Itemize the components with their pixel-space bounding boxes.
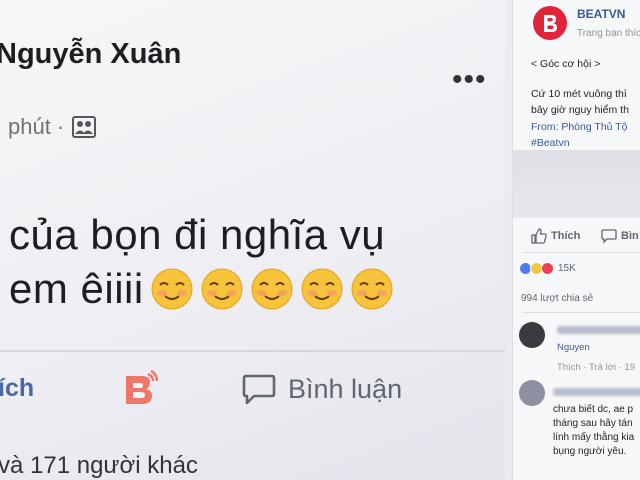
comment-icon (601, 229, 617, 244)
comment-text-line: chưa biết dc, ae p (553, 404, 634, 415)
from-label: From: (531, 121, 559, 133)
emoji-row (144, 267, 394, 311)
reactions-summary[interactable]: 15K (519, 262, 576, 275)
more-options-button[interactable]: ••• (452, 65, 487, 95)
likes-summary[interactable]: và 171 người khác (0, 452, 198, 480)
comment-button[interactable]: Bình luận (242, 372, 402, 406)
sidebar-like-label: Thích (551, 230, 581, 242)
post-timestamp[interactable]: phút (8, 114, 51, 140)
like-button[interactable]: ích (0, 374, 34, 403)
post-meta: phút · (8, 114, 97, 140)
sidebar-post-tag: < Góc cơ hội > (531, 58, 601, 70)
comment-text-line: bụng người yêu. (553, 446, 627, 457)
thumbs-up-icon (531, 228, 547, 244)
comment-text-line: lính mấy thằng kia (553, 432, 635, 443)
comment-button-label: Bình luận (288, 373, 403, 404)
sidebar-comment-label: Bìn (621, 230, 639, 242)
sidebar-divider (523, 252, 640, 253)
post-text-line-2: em êiiii (9, 262, 505, 316)
comment-actions[interactable]: Thích · Trả lời · 19 (557, 362, 635, 373)
sidebar-post-line-1: Cứ 10 mét vuông thì (531, 88, 627, 100)
comment-text-line: tháng sau hãy tán (553, 418, 633, 429)
blushing-face-emoji-icon (351, 268, 393, 310)
privacy-friends-icon[interactable] (72, 116, 97, 138)
post-text-line-2-text: em êiiii (9, 265, 144, 312)
sidebar-post-from: From: Phòng Thủ Tộ (531, 121, 628, 133)
sidebar-hashtag[interactable]: #Beatvn (531, 137, 570, 149)
sidebar-comment-button[interactable]: Bìn (601, 228, 639, 244)
love-reaction-icon (541, 262, 554, 275)
sidebar-divider (523, 312, 640, 313)
post-text-line-1: của bọn đi nghĩa vụ (9, 211, 386, 258)
meta-separator: · (56, 114, 65, 139)
commenter-avatar[interactable] (519, 380, 545, 406)
commenter-name-redacted (557, 326, 640, 334)
commenter-sub-name[interactable]: Nguyen (557, 342, 590, 353)
sidebar-like-button[interactable]: Thích (531, 228, 580, 244)
blushing-face-emoji-icon (251, 268, 293, 310)
sidebar-page-header[interactable]: BEATVN Trang bạn thíc (533, 4, 640, 44)
commenter-avatar[interactable] (519, 322, 545, 348)
commenter-name-redacted (553, 388, 640, 396)
post-author-name[interactable]: Nguyễn Xuân (0, 38, 181, 71)
post-actions: ích Bình luận (0, 362, 505, 422)
sidebar-page-subtitle: Trang bạn thíc (577, 28, 640, 39)
blushing-face-emoji-icon (301, 268, 343, 310)
beatvn-reaction-icon[interactable] (122, 369, 159, 408)
sidebar-post-image[interactable] (513, 150, 640, 218)
post-text: của bọn đi nghĩa vụ em êiiii (9, 208, 505, 316)
comment-icon (242, 374, 276, 405)
sidebar-feed: BEATVN Trang bạn thíc < Góc cơ hội > Cứ … (512, 0, 640, 480)
post-card: Nguyễn Xuân ••• phút · của bọn đi nghĩa … (0, 0, 505, 480)
share-count[interactable]: 994 lượt chia sẻ (521, 293, 593, 304)
reaction-count: 15K (558, 263, 576, 274)
beatvn-logo[interactable] (533, 6, 567, 40)
from-link[interactable]: Phòng Thủ Tộ (561, 121, 627, 133)
blushing-face-emoji-icon (151, 268, 193, 310)
sidebar-post-line-2: bây giờ nguy hiểm th (531, 104, 629, 116)
blushing-face-emoji-icon (201, 268, 243, 310)
actions-divider (0, 350, 505, 352)
sidebar-page-name[interactable]: BEATVN (577, 7, 625, 21)
